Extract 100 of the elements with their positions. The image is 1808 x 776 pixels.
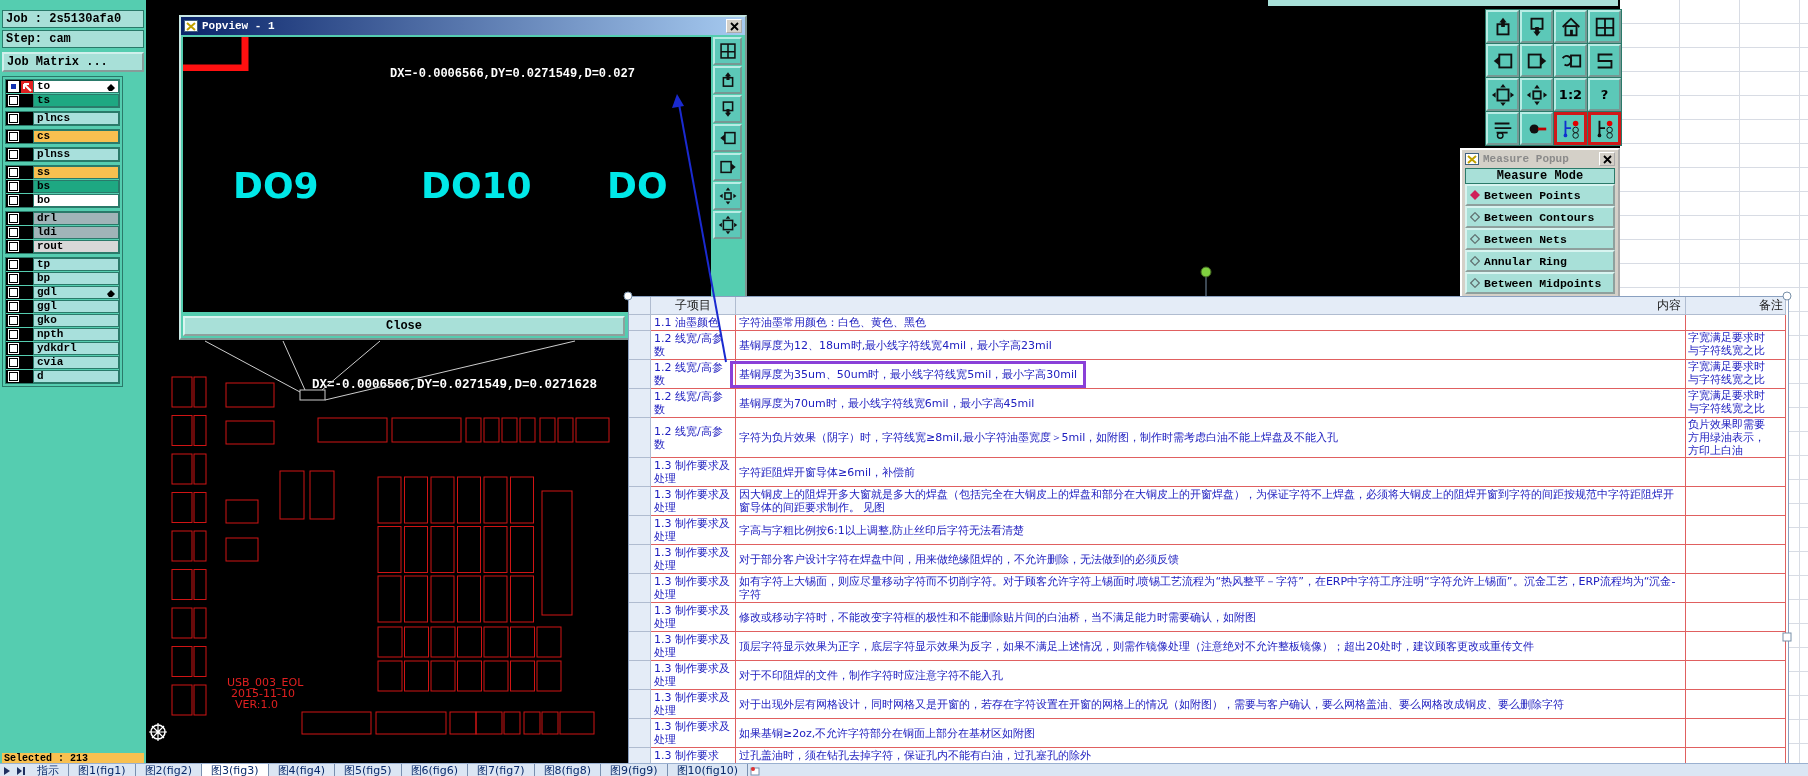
sheet-tab[interactable]: 图10(fig10)	[667, 764, 748, 776]
note-text: 与字符线宽之比	[1688, 402, 1766, 415]
layer-checkbox[interactable]	[9, 114, 18, 123]
layer-name[interactable]: to	[33, 80, 119, 93]
fit-frame-icon	[1490, 82, 1515, 107]
layer-checkbox[interactable]	[9, 150, 18, 159]
layer-checkbox[interactable]	[9, 316, 18, 325]
layer-row[interactable]: tp	[6, 258, 119, 271]
layer-checkbox[interactable]	[9, 358, 18, 367]
layer-row[interactable]: bs	[6, 180, 119, 193]
sheet-tab[interactable]: 图4(fig4)	[268, 764, 335, 776]
layer-checkbox[interactable]	[9, 302, 18, 311]
layer-name[interactable]: gdl	[33, 286, 119, 299]
popview-tool-button[interactable]	[713, 182, 742, 210]
layer-row[interactable]: drl	[6, 212, 119, 225]
layer-name[interactable]: bp	[33, 272, 119, 285]
layer-checkbox[interactable]	[9, 96, 18, 105]
sheet-tab[interactable]: 图3(fig3)	[202, 764, 269, 776]
measure-mode-option[interactable]: Between Points	[1465, 184, 1615, 206]
layer-name[interactable]: ydkdrl	[33, 342, 119, 355]
popview-tool-button[interactable]	[713, 37, 742, 65]
layer-checkbox[interactable]	[9, 228, 18, 237]
sheet-tab[interactable]: 图9(fig9)	[601, 764, 668, 776]
close-button[interactable]: Close	[183, 316, 625, 336]
layer-checkbox[interactable]	[9, 168, 18, 177]
layer-row[interactable]: gko	[6, 314, 119, 327]
layer-name[interactable]: ss	[33, 166, 119, 179]
resize-handle[interactable]	[1782, 632, 1792, 642]
layer-name[interactable]: ts	[33, 94, 119, 107]
layer-checkbox[interactable]	[9, 196, 18, 205]
layer-checkbox[interactable]	[9, 132, 18, 141]
zoom-ratio-button[interactable]: 1:2	[1554, 78, 1587, 111]
popview-tool-button[interactable]	[713, 95, 742, 123]
layer-checkbox[interactable]	[9, 214, 18, 223]
component-label: DO9	[233, 165, 319, 206]
layer-row[interactable]: npth	[6, 328, 119, 341]
layer-checkbox[interactable]	[9, 344, 18, 353]
layer-name[interactable]: rout	[33, 240, 119, 253]
layer-name[interactable]: ldi	[33, 226, 119, 239]
layer-row[interactable]: ggl	[6, 300, 119, 313]
layer-checkbox[interactable]	[9, 288, 18, 297]
layer-row[interactable]: cvia	[6, 356, 119, 369]
layer-checkbox[interactable]	[9, 182, 18, 191]
popview-tool-button[interactable]	[713, 66, 742, 94]
layer-name[interactable]: plncs	[33, 112, 119, 125]
layer-checkbox[interactable]	[9, 260, 18, 269]
resize-handle[interactable]	[623, 291, 633, 301]
layer-row[interactable]: cs	[6, 130, 119, 143]
layer-checkbox[interactable]	[9, 274, 18, 283]
sheet-tab[interactable]: 图8(fig8)	[534, 764, 601, 776]
layer-name[interactable]: gko	[33, 314, 119, 327]
layer-name[interactable]: cvia	[33, 356, 119, 369]
layer-name[interactable]: npth	[33, 328, 119, 341]
layer-row[interactable]: rout	[6, 240, 119, 253]
layer-row[interactable]: bo	[6, 194, 119, 207]
layer-checkbox[interactable]	[9, 372, 18, 381]
sheet-tab[interactable]: 图6(fig6)	[401, 764, 468, 776]
layer-row[interactable]: ldi	[6, 226, 119, 239]
sheet-tab[interactable]: 指示	[28, 764, 69, 776]
job-matrix-button[interactable]: Job Matrix ...	[2, 52, 144, 72]
sheet-tab[interactable]: 图7(fig7)	[468, 764, 535, 776]
zoom-ratio-button[interactable]: ?	[1588, 78, 1621, 111]
layer-name[interactable]: ggl	[33, 300, 119, 313]
sheet-tab[interactable]: 图5(fig5)	[335, 764, 402, 776]
layer-checkbox[interactable]	[9, 330, 18, 339]
rotate-handle[interactable]	[1200, 266, 1212, 297]
popview-tool-button[interactable]	[713, 153, 742, 181]
layer-row[interactable]: ts	[6, 94, 119, 107]
layer-row[interactable]: ss	[6, 166, 119, 179]
measure-mode-option[interactable]: Between Nets	[1465, 228, 1615, 250]
close-button[interactable]	[1599, 152, 1615, 166]
sheet-tab[interactable]: 图1(fig1)	[69, 764, 136, 776]
resize-handle[interactable]	[1782, 291, 1792, 301]
layer-row[interactable]: bp	[6, 272, 119, 285]
layer-name[interactable]: plnss	[33, 148, 119, 161]
note-text: 字宽满足要求时	[1688, 331, 1766, 344]
close-button[interactable]	[726, 19, 742, 33]
layer-row[interactable]: plncs	[6, 112, 119, 125]
layer-row[interactable]: gdl	[6, 286, 119, 299]
layer-name[interactable]: d	[33, 370, 119, 383]
layer-row[interactable]: d	[6, 370, 119, 383]
measure-mode-option[interactable]: Between Contours	[1465, 206, 1615, 228]
layer-checkbox[interactable]	[9, 242, 18, 251]
last-sheet-icon[interactable]	[16, 765, 26, 776]
table-cell-text: 因大铜皮上的阻焊开多大窗就是多大的焊盘（包括完全在大铜皮上的焊盘和部分在大铜皮上的开窗焊盘），为保证字符不上焊盘，必须将大铜皮上的阻焊开窗到字符的间距按规范中字符距阻焊开窗导体的间距要求制作。 见图	[738, 487, 1675, 516]
layer-row[interactable]: ydkdrl	[6, 342, 119, 355]
layer-name[interactable]: drl	[33, 212, 119, 225]
measure-mode-option[interactable]: Annular Ring	[1465, 250, 1615, 272]
layer-name[interactable]: bs	[33, 180, 119, 193]
popview-tool-button[interactable]	[713, 124, 742, 152]
next-sheet-icon[interactable]	[2, 765, 12, 776]
popview-tool-button[interactable]	[713, 211, 742, 239]
insert-sheet-icon[interactable]	[750, 765, 760, 776]
layer-row[interactable]: to	[6, 80, 119, 93]
toolbar-button[interactable]	[1588, 112, 1621, 145]
measure-mode-option[interactable]: Between Midpoints	[1465, 272, 1615, 294]
layer-row[interactable]: plnss	[6, 148, 119, 161]
layer-name[interactable]: cs	[33, 130, 119, 143]
layer-name[interactable]: tp	[33, 258, 119, 271]
layer-name[interactable]: bo	[33, 194, 119, 207]
